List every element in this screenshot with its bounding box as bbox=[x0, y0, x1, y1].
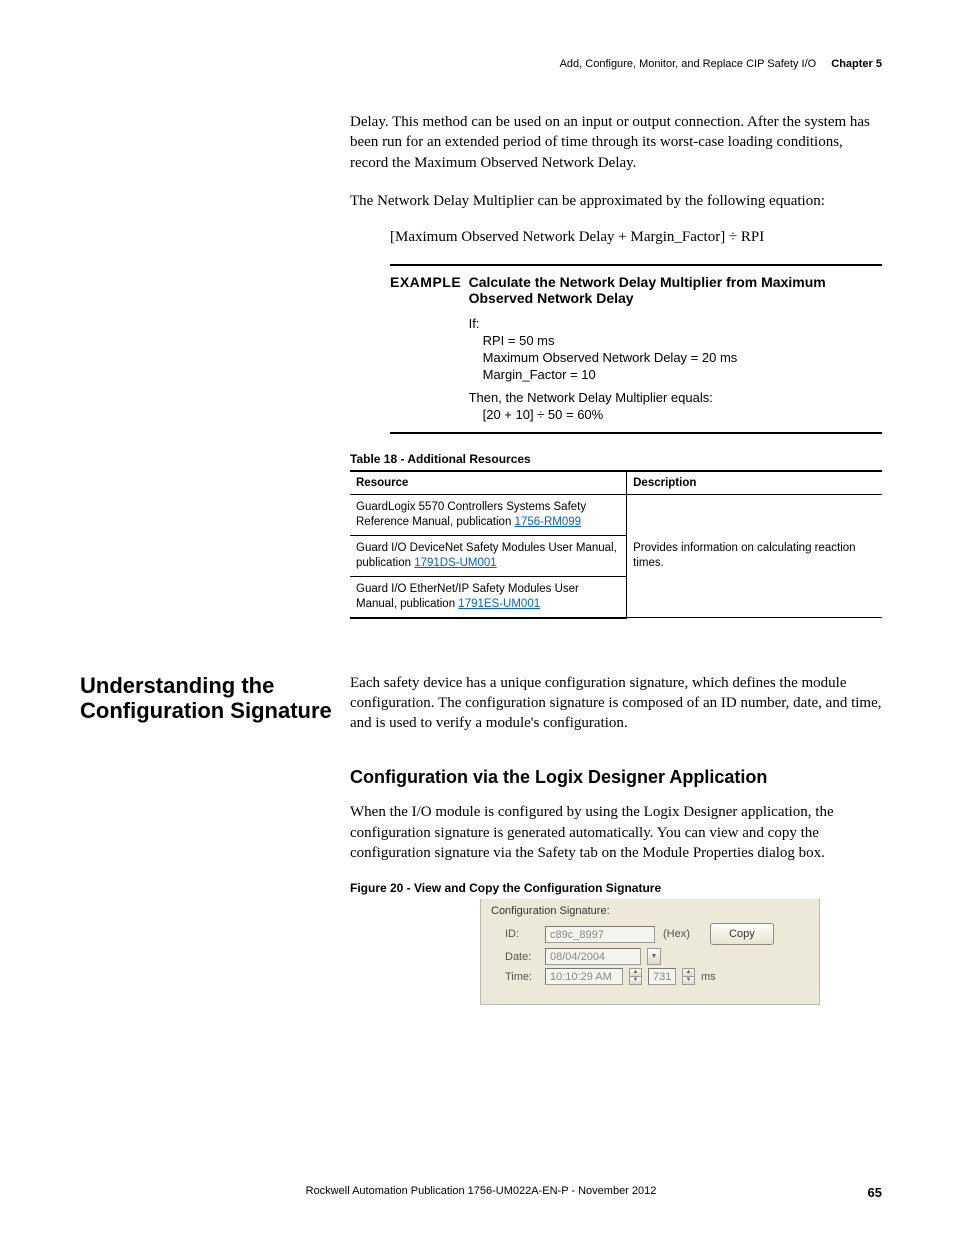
id-field[interactable]: c89c_8997 bbox=[545, 926, 655, 943]
paragraph: Delay. This method can be used on an inp… bbox=[350, 112, 882, 173]
example-body: Calculate the Network Delay Multiplier f… bbox=[469, 274, 882, 424]
table-cell: Guard I/O EtherNet/IP Safety Modules Use… bbox=[350, 576, 627, 617]
table-cell: Provides information on calculating reac… bbox=[627, 495, 882, 618]
hex-label: (Hex) bbox=[663, 928, 690, 940]
resources-table: Resource Description GuardLogix 5570 Con… bbox=[350, 470, 882, 619]
publication-link[interactable]: 1791ES-UM001 bbox=[458, 598, 540, 610]
time-ms-field[interactable]: 731 bbox=[648, 968, 676, 985]
main-column: Delay. This method can be used on an inp… bbox=[350, 112, 882, 619]
time-row: Time: 10:10:29 AM ▲▼ 731 ▲▼ ms bbox=[505, 968, 809, 985]
paragraph: Each safety device has a unique configur… bbox=[350, 673, 882, 734]
subheading: Configuration via the Logix Designer App… bbox=[350, 767, 882, 788]
header-title: Add, Configure, Monitor, and Replace CIP… bbox=[560, 58, 817, 70]
ms-spinner[interactable]: ▲▼ bbox=[682, 968, 695, 985]
example-label: EXAMPLE bbox=[390, 274, 469, 424]
example-line: Then, the Network Delay Multiplier equal… bbox=[469, 390, 882, 405]
section-row: Understanding the Configuration Signatur… bbox=[80, 673, 882, 1006]
page-number: 65 bbox=[868, 1185, 882, 1200]
table-cell: GuardLogix 5570 Controllers Systems Safe… bbox=[350, 495, 627, 536]
example-line: Maximum Observed Network Delay = 20 ms bbox=[483, 350, 882, 365]
date-label: Date: bbox=[505, 951, 539, 963]
example-box: EXAMPLE Calculate the Network Delay Mult… bbox=[390, 264, 882, 434]
running-header: Add, Configure, Monitor, and Replace CIP… bbox=[80, 58, 882, 70]
example-line: [20 + 10] ÷ 50 = 60% bbox=[483, 407, 882, 422]
example-line: Margin_Factor = 10 bbox=[483, 367, 882, 382]
paragraph: When the I/O module is configured by usi… bbox=[350, 802, 882, 863]
header-chapter: Chapter 5 bbox=[831, 58, 882, 70]
table-header: Description bbox=[627, 471, 882, 495]
time-field[interactable]: 10:10:29 AM bbox=[545, 968, 623, 985]
page: Add, Configure, Monitor, and Replace CIP… bbox=[0, 0, 954, 1235]
config-signature-panel: Configuration Signature: ID: c89c_8997 (… bbox=[480, 899, 820, 1005]
time-label: Time: bbox=[505, 971, 539, 983]
side-heading: Understanding the Configuration Signatur… bbox=[80, 673, 350, 724]
publication-link[interactable]: 1756-RM099 bbox=[515, 516, 581, 528]
figure-caption: Figure 20 - View and Copy the Configurat… bbox=[350, 881, 882, 895]
id-label: ID: bbox=[505, 928, 539, 940]
table-cell: Guard I/O DeviceNet Safety Modules User … bbox=[350, 535, 627, 576]
date-field[interactable]: 08/04/2004 bbox=[545, 948, 641, 965]
page-footer: Rockwell Automation Publication 1756-UM0… bbox=[80, 1185, 882, 1197]
publication-info: Rockwell Automation Publication 1756-UM0… bbox=[306, 1185, 657, 1197]
dropdown-icon[interactable]: ▼ bbox=[647, 948, 661, 965]
example-line: RPI = 50 ms bbox=[483, 333, 882, 348]
id-row: ID: c89c_8997 (Hex) Copy bbox=[505, 923, 809, 945]
ms-unit: ms bbox=[701, 971, 716, 983]
section-body: Each safety device has a unique configur… bbox=[350, 673, 882, 1006]
paragraph: The Network Delay Multiplier can be appr… bbox=[350, 191, 882, 211]
publication-link[interactable]: 1791DS-UM001 bbox=[414, 557, 496, 569]
date-row: Date: 08/04/2004 ▼ bbox=[505, 948, 809, 965]
example-title: Calculate the Network Delay Multiplier f… bbox=[469, 274, 882, 306]
time-spinner[interactable]: ▲▼ bbox=[629, 968, 642, 985]
table-caption: Table 18 - Additional Resources bbox=[350, 452, 882, 466]
equation: [Maximum Observed Network Delay + Margin… bbox=[390, 229, 882, 246]
example-line: If: bbox=[469, 316, 882, 331]
copy-button[interactable]: Copy bbox=[710, 923, 774, 945]
group-label: Configuration Signature: bbox=[491, 905, 809, 917]
table-header: Resource bbox=[350, 471, 627, 495]
